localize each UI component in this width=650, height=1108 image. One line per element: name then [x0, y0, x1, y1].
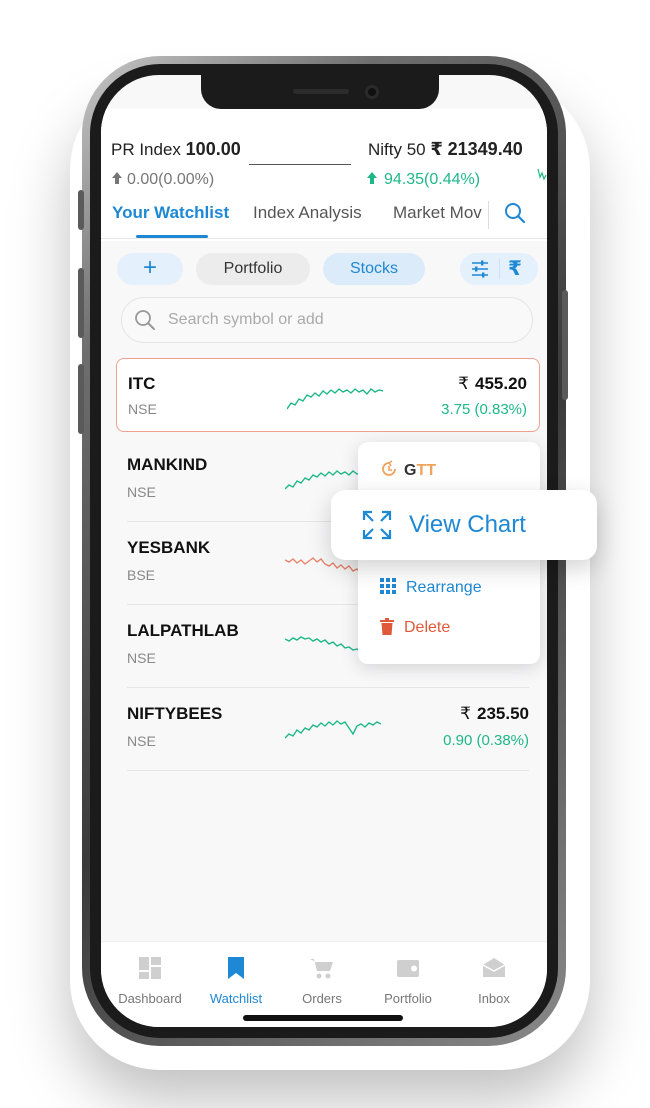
- grid-icon: [380, 578, 396, 594]
- pr-index-change: 0.00(0.00%): [111, 171, 214, 189]
- pr-index-change-value: 0.00(0.00%): [127, 171, 215, 188]
- power-button: [562, 290, 568, 400]
- nav-label: Watchlist: [209, 991, 263, 1006]
- row-currency: ₹: [458, 374, 469, 393]
- add-watchlist-button[interactable]: +: [117, 253, 183, 285]
- portfolio-filter-chip[interactable]: Portfolio: [196, 253, 310, 285]
- nifty-index[interactable]: Nifty 50 ₹ 21349.40: [368, 139, 523, 160]
- row-symbol: MANKIND: [127, 455, 208, 474]
- bookmark-icon: [228, 957, 244, 979]
- pr-index[interactable]: PR Index 100.00: [111, 139, 241, 160]
- row-change: 3.75 (0.83%): [441, 401, 527, 418]
- nav-label: Orders: [302, 991, 342, 1006]
- stocks-filter-chip[interactable]: Stocks: [323, 253, 425, 285]
- tab-index-analysis[interactable]: Index Analysis: [253, 203, 362, 223]
- nifty-value: 21349.40: [447, 139, 523, 159]
- sparkline-chart: [285, 720, 381, 739]
- search-icon: [135, 310, 155, 330]
- nav-portfolio[interactable]: Portfolio: [363, 956, 453, 1006]
- wallet-icon: [397, 960, 419, 977]
- nav-label: Inbox: [478, 991, 510, 1006]
- gtt-clock-icon: [382, 460, 396, 476]
- gtt-label-g: G: [404, 462, 417, 479]
- nav-dashboard[interactable]: Dashboard: [105, 956, 195, 1006]
- inbox-icon: [482, 958, 506, 977]
- row-symbol: ITC: [128, 374, 156, 393]
- view-chart-label: View Chart: [409, 511, 526, 538]
- watchlist-row-itc[interactable]: ITC NSE ₹455.20 3.75 (0.83%): [116, 358, 540, 432]
- arrow-up-icon: [367, 172, 377, 184]
- row-currency: ₹: [460, 704, 471, 723]
- search-icon[interactable]: [503, 201, 527, 225]
- row-exchange: NSE: [127, 484, 156, 500]
- pr-index-value: 100.00: [185, 139, 241, 159]
- volume-down-button: [78, 364, 84, 434]
- tab-market-movers[interactable]: Market Mov: [393, 203, 487, 223]
- row-change: 0.90 (0.38%): [443, 732, 529, 749]
- mute-switch: [78, 190, 84, 230]
- trash-icon: [380, 618, 394, 635]
- delete-label: Delete: [404, 619, 451, 636]
- nav-label: Portfolio: [384, 991, 432, 1006]
- row-exchange: NSE: [127, 733, 156, 749]
- row-price-value: 235.50: [477, 704, 529, 723]
- sliders-icon[interactable]: [470, 260, 490, 278]
- tab-separator: [488, 201, 489, 229]
- nifty-label: Nifty 50: [368, 140, 426, 159]
- view-chart-popout[interactable]: View Chart: [331, 490, 597, 560]
- arrow-up-icon: [112, 172, 122, 184]
- row-price: ₹455.20: [458, 374, 527, 394]
- mini-sparkline: [537, 168, 547, 181]
- tab-bar: Your Watchlist Index Analysis Market Mov: [101, 195, 547, 239]
- nav-watchlist[interactable]: Watchlist: [191, 956, 281, 1006]
- row-price-value: 455.20: [475, 374, 527, 393]
- symbol-search-bar[interactable]: Search symbol or add: [121, 297, 533, 343]
- menu-item-rearrange[interactable]: Rearrange: [380, 578, 482, 597]
- nifty-change: 94.35(0.44%): [366, 171, 480, 189]
- speaker: [293, 89, 349, 94]
- nav-label: Dashboard: [118, 991, 182, 1006]
- notch: [201, 75, 439, 109]
- stage: PR Index 100.00 0.00(0.00%) Nifty 50 ₹ 2…: [0, 0, 650, 1108]
- row-exchange: BSE: [127, 567, 156, 583]
- sparkline-chart: [287, 388, 383, 410]
- row-exchange: NSE: [128, 401, 157, 417]
- rearrange-label: Rearrange: [406, 579, 482, 596]
- index-divider: [249, 164, 351, 165]
- front-camera: [365, 85, 379, 99]
- row-symbol: LALPATHLAB: [127, 621, 239, 640]
- rupee-toggle[interactable]: ₹: [508, 253, 522, 285]
- volume-up-button: [78, 268, 84, 338]
- search-placeholder: Search symbol or add: [168, 311, 324, 328]
- active-tab-indicator: [136, 235, 208, 238]
- expand-icon: [362, 510, 392, 540]
- nifty-change-value: 94.35(0.44%): [384, 171, 481, 188]
- dashboard-icon: [139, 957, 161, 979]
- row-price: ₹235.50: [460, 704, 529, 724]
- nifty-currency: ₹: [430, 139, 443, 159]
- menu-item-gtt[interactable]: GTT: [380, 460, 436, 480]
- tab-your-watchlist[interactable]: Your Watchlist: [112, 203, 229, 223]
- row-symbol: NIFTYBEES: [127, 704, 223, 723]
- menu-item-delete[interactable]: Delete: [380, 618, 450, 637]
- watchlist-row-niftybees[interactable]: NIFTYBEES NSE ₹235.50 0.90 (0.38%): [127, 688, 529, 771]
- nav-inbox[interactable]: Inbox: [449, 956, 539, 1006]
- tool-separator: [499, 259, 500, 279]
- cart-icon: [310, 959, 333, 979]
- home-indicator[interactable]: [243, 1015, 403, 1021]
- nav-orders[interactable]: Orders: [277, 956, 367, 1006]
- pr-index-label: PR Index: [111, 140, 181, 159]
- sparkline-chart: [285, 636, 361, 653]
- row-exchange: NSE: [127, 650, 156, 666]
- gtt-label-tt: TT: [416, 462, 436, 479]
- tools-group: ₹: [460, 253, 538, 285]
- row-symbol: YESBANK: [127, 538, 211, 557]
